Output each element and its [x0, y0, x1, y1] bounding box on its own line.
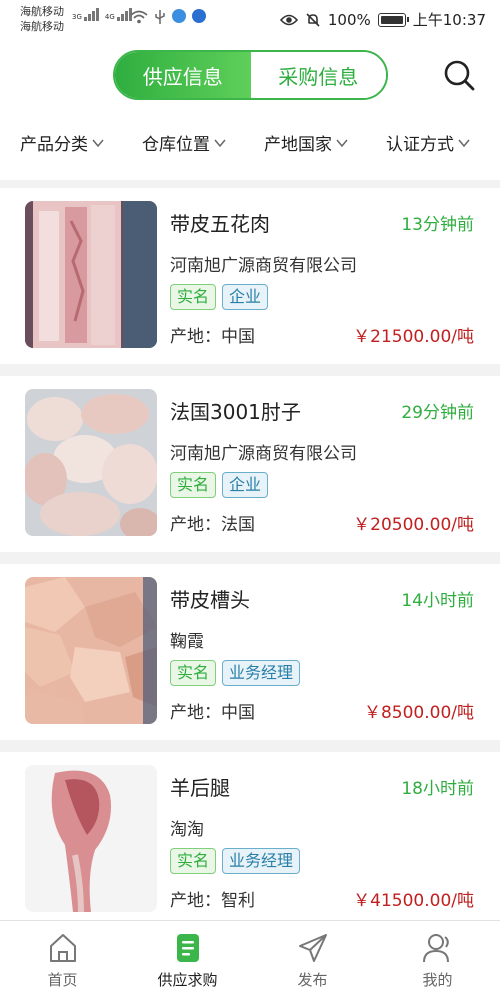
- listing-company: 淘淘: [170, 820, 204, 840]
- listing-origin: 产地：智利: [170, 891, 255, 911]
- battery-percent: 100%: [327, 10, 371, 29]
- chevron-down-icon: [214, 139, 226, 147]
- app-notification-icon: [192, 9, 206, 23]
- battery-icon: [377, 12, 409, 27]
- listing-card[interactable]: 羊后腿 18小时前 淘淘 实名 业务经理 产地：智利 ￥41500.00/吨: [0, 752, 500, 928]
- listing-origin: 产地：中国: [170, 327, 255, 347]
- tag-enterprise: 企业: [222, 284, 269, 310]
- clock: 上午10:37: [412, 11, 486, 29]
- status-right: 100% 上午10:37: [279, 9, 486, 30]
- home-icon: [49, 934, 76, 962]
- supply-icon: [176, 934, 199, 962]
- bottom-nav: 首页 供应求购 发布 我的: [0, 920, 500, 1000]
- product-image: [25, 201, 157, 348]
- listing-tags: 实名 企业: [170, 284, 269, 310]
- filter-origin-country[interactable]: 产地国家: [264, 130, 348, 155]
- listing-time: 29分钟前: [401, 403, 474, 423]
- nav-label: 发布: [297, 971, 328, 989]
- listing-price: ￥41500.00/吨: [353, 891, 474, 911]
- nav-label: 我的: [422, 971, 453, 989]
- tag-verified: 实名: [170, 284, 217, 310]
- nav-supply-demand[interactable]: 供应求购: [125, 921, 250, 1000]
- listing-origin: 产地：中国: [170, 703, 255, 723]
- header: 供应信息 采购信息 产品分类 仓库位置 产地国家 认证方式: [0, 40, 500, 180]
- listing-tags: 实名 业务经理: [170, 660, 301, 686]
- filter-label: 仓库位置: [142, 135, 210, 155]
- listing-card[interactable]: 带皮五花肉 13分钟前 河南旭广源商贸有限公司 实名 企业 产地：中国 ￥215…: [0, 188, 500, 364]
- listing-title: 羊后腿: [170, 776, 230, 800]
- listing-company: 鞠霞: [170, 632, 204, 652]
- nav-publish[interactable]: 发布: [250, 921, 375, 1000]
- tag-business-manager: 业务经理: [222, 660, 301, 686]
- nav-label: 首页: [47, 971, 78, 989]
- tag-verified: 实名: [170, 848, 217, 874]
- listing-title: 带皮槽头: [170, 588, 250, 612]
- listing-price: ￥8500.00/吨: [363, 703, 474, 723]
- filter-label: 认证方式: [386, 135, 454, 155]
- carrier-1: 海航移动: [20, 5, 64, 18]
- filter-label: 产地国家: [264, 135, 332, 155]
- listing-time: 18小时前: [401, 779, 474, 799]
- segment-tabs: 供应信息 采购信息: [113, 50, 388, 100]
- chevron-down-icon: [336, 139, 348, 147]
- filter-label: 产品分类: [20, 135, 88, 155]
- network-type-2: 4G: [104, 13, 115, 21]
- tag-business-manager: 业务经理: [222, 848, 301, 874]
- carrier-labels: 海航移动 海航移动: [20, 4, 64, 34]
- product-image: [25, 389, 157, 536]
- product-image: [25, 765, 157, 912]
- filter-bar: 产品分类 仓库位置 产地国家 认证方式: [0, 130, 500, 160]
- filter-certification[interactable]: 认证方式: [386, 130, 470, 155]
- nav-label: 供应求购: [157, 971, 218, 989]
- listing-card[interactable]: 带皮槽头 14小时前 鞠霞 实名 业务经理 产地：中国 ￥8500.00/吨: [0, 564, 500, 740]
- usb-icon: [155, 10, 165, 24]
- listing-tags: 实名 业务经理: [170, 848, 301, 874]
- mute-bell-icon: [306, 12, 320, 27]
- listing-price: ￥20500.00/吨: [353, 515, 474, 535]
- filter-product-category[interactable]: 产品分类: [20, 130, 104, 155]
- send-icon: [298, 934, 327, 962]
- product-image: [25, 577, 157, 724]
- app-notification-icon: [172, 9, 186, 23]
- listing-origin: 产地：法国: [170, 515, 255, 535]
- listing-title: 法国3001肘子: [170, 400, 301, 424]
- tag-verified: 实名: [170, 660, 217, 686]
- listing-company: 河南旭广源商贸有限公司: [170, 256, 357, 276]
- listing-time: 13分钟前: [401, 215, 474, 235]
- nav-home[interactable]: 首页: [0, 921, 125, 1000]
- search-icon[interactable]: [442, 58, 476, 92]
- listing-time: 14小时前: [401, 591, 474, 611]
- filter-warehouse-location[interactable]: 仓库位置: [142, 130, 226, 155]
- listing-tags: 实名 企业: [170, 472, 269, 498]
- chevron-down-icon: [92, 139, 104, 147]
- notification-icons: [130, 9, 206, 25]
- nav-profile[interactable]: 我的: [375, 921, 500, 1000]
- listing-price: ￥21500.00/吨: [353, 327, 474, 347]
- listing-company: 河南旭广源商贸有限公司: [170, 444, 357, 464]
- wifi-icon: [130, 10, 148, 24]
- tag-enterprise: 企业: [222, 472, 269, 498]
- carrier-2: 海航移动: [20, 20, 64, 33]
- signal-indicators: 3G 4G: [72, 8, 132, 21]
- listing-card[interactable]: 法国3001肘子 29分钟前 河南旭广源商贸有限公司 实名 企业 产地：法国 ￥…: [0, 376, 500, 552]
- tag-verified: 实名: [170, 472, 217, 498]
- profile-icon: [422, 934, 449, 963]
- eye-icon: [279, 14, 298, 25]
- chevron-down-icon: [458, 139, 470, 147]
- tab-label: 供应信息: [142, 64, 223, 89]
- listing-title: 带皮五花肉: [170, 212, 270, 236]
- network-type-1: 3G: [72, 13, 82, 21]
- tab-supply-info[interactable]: 供应信息: [115, 52, 251, 98]
- tab-label: 采购信息: [278, 64, 359, 89]
- signal-icon: 4G: [105, 8, 132, 21]
- tab-purchase-info[interactable]: 采购信息: [250, 52, 386, 98]
- status-bar: 海航移动 海航移动 3G 4G 100% 上午10:37: [0, 0, 500, 40]
- signal-icon: 3G: [72, 8, 99, 21]
